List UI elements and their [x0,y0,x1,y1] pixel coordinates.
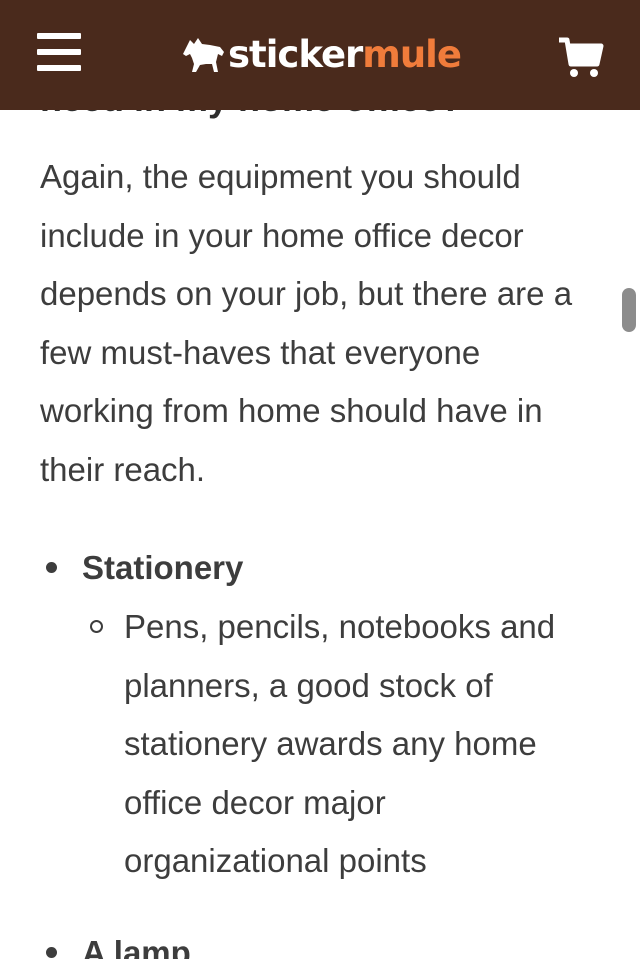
cart-button[interactable] [557,36,605,80]
list-item-title: Stationery [82,549,244,586]
bullet-icon [46,562,57,573]
sub-list-item-text: Pens, pencils, notebooks and planners, a… [124,608,556,879]
site-header: stickermule [0,0,640,110]
equipment-list: Stationery Pens, pencils, notebooks and … [40,540,600,891]
list-item: Stationery Pens, pencils, notebooks and … [40,540,600,891]
circle-bullet-icon [90,620,103,633]
sub-list-item: Pens, pencils, notebooks and planners, a… [82,598,600,891]
logo-mule-text: mule [362,32,462,76]
list-item-title: A lamp [82,934,191,959]
logo-sticker-text: sticker [228,32,363,76]
logo-wordmark: stickermule [228,32,462,76]
bullet-icon [46,947,57,958]
menu-bar [37,49,81,55]
shopping-cart-icon [559,37,604,77]
intro-paragraph: Again, the equipment you should include … [40,158,573,488]
mule-logo-icon [183,38,224,72]
scrollbar-thumb[interactable] [622,288,636,332]
menu-icon[interactable] [37,33,81,73]
stickermule-logo[interactable]: stickermule [180,26,462,82]
menu-bar [37,33,81,39]
menu-bar [37,65,81,71]
list-item: A lamp [40,925,191,959]
article-body: Again, the equipment you should include … [40,148,600,499]
